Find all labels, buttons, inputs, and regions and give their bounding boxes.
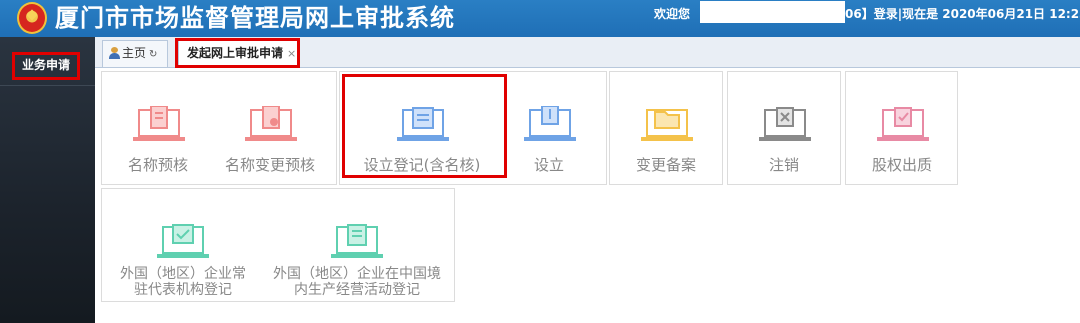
highlight-box (342, 74, 507, 178)
tab-home[interactable]: 主页 ↻ (102, 40, 168, 67)
highlight-box (12, 52, 80, 80)
cancel-document-icon (759, 107, 811, 141)
clipboard-icon (331, 224, 383, 258)
tab-home-label: 主页 (122, 46, 147, 60)
sidebar-divider (0, 85, 95, 86)
user-icon (109, 47, 120, 59)
app-title: 厦门市市场监督管理局网上审批系统 (55, 4, 455, 32)
check-document-icon (157, 224, 209, 258)
tile-label: 变更备案 (635, 156, 696, 174)
tile-label-line2: 内生产经营活动登记 (294, 282, 420, 298)
tile-label-line2: 驻代表机构登记 (134, 282, 232, 298)
highlight-box (175, 38, 300, 68)
tile-change-filing[interactable]: 变更备案 (606, 82, 726, 182)
tile-label: 名称变更预核 (224, 156, 315, 174)
tile-establish[interactable]: 设立 (489, 82, 609, 182)
login-time-text: 06】登录|现在是 2020年06月21日 12:23:0 (845, 7, 1080, 21)
download-box-icon (524, 106, 576, 141)
tile-label: 设立 (533, 156, 564, 174)
app-header: 厦门市市场监督管理局网上审批系统 欢迎您 06】登录|现在是 2020年06月2… (0, 0, 1080, 37)
tile-label-line1: 外国（地区）企业常 (120, 266, 246, 282)
refresh-icon[interactable]: ↻ (149, 49, 157, 60)
check-document-icon (877, 107, 929, 141)
welcome-text: 欢迎您 (654, 7, 691, 21)
document-edit-icon (245, 106, 297, 141)
emblem-icon (17, 2, 47, 34)
tile-label: 名称预核 (127, 156, 188, 174)
tile-name-precheck[interactable]: 名称预核 (98, 82, 218, 182)
folder-icon (641, 109, 693, 141)
redacted-username (700, 1, 845, 23)
tile-equity-pledge[interactable]: 股权出质 (842, 82, 962, 182)
tile-cancellation[interactable]: 注销 (724, 82, 844, 182)
tile-name-change-precheck[interactable]: 名称变更预核 (210, 82, 330, 182)
tile-label: 股权出质 (871, 156, 932, 174)
tab-bar: 主页 ↻ 发起网上审批申请 × (95, 37, 1080, 68)
tile-label: 注销 (768, 156, 799, 174)
tile-label-line1: 外国（地区）企业在中国境 (273, 266, 441, 282)
document-icon (133, 106, 185, 141)
